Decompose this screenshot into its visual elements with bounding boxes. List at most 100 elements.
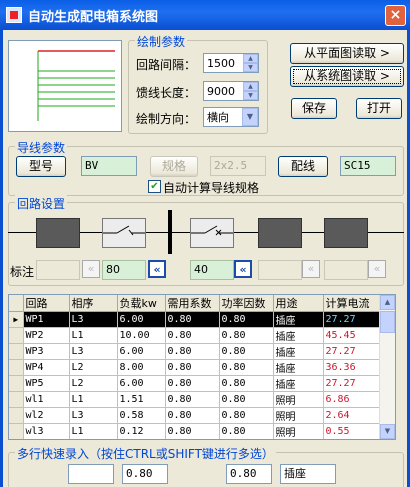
current-row-arrow-icon[interactable]: ▶: [9, 311, 24, 328]
col-header-power-factor[interactable]: 功率因数: [219, 295, 274, 312]
table-row[interactable]: WP2 L1 10.00 0.80 0.80 插座 45.45: [9, 327, 380, 344]
table-cell[interactable]: 0.80: [219, 359, 274, 376]
table-row[interactable]: wl2 L3 0.58 0.80 0.80 照明 2.64: [9, 407, 380, 424]
table-cell[interactable]: 插座: [273, 375, 324, 392]
table-scrollbar[interactable]: ▲ ▼: [379, 295, 395, 439]
draw-direction-select[interactable]: 横向 ▼: [203, 107, 259, 127]
table-cell[interactable]: 2.64: [323, 407, 380, 424]
table-cell[interactable]: 6.00: [117, 311, 166, 328]
col-header-current[interactable]: 计算电流: [323, 295, 380, 312]
annotation-field-2[interactable]: 80: [102, 260, 146, 280]
table-cell[interactable]: 36.36: [323, 359, 380, 376]
table-cell[interactable]: 照明: [273, 407, 324, 424]
row-indicator[interactable]: [9, 327, 24, 344]
conduit-field[interactable]: SC15: [340, 156, 396, 176]
scroll-down-icon[interactable]: ▼: [380, 424, 395, 439]
read-from-system-button[interactable]: 从系统图读取 >: [290, 66, 404, 87]
table-cell[interactable]: 0.80: [165, 311, 220, 328]
table-cell[interactable]: 0.80: [165, 423, 220, 439]
spin-down-icon[interactable]: ▼: [243, 63, 258, 72]
table-row[interactable]: WP3 L3 6.00 0.80 0.80 插座 27.27: [9, 343, 380, 360]
annotation-field-4[interactable]: [258, 260, 302, 280]
model-button[interactable]: 型号: [16, 156, 66, 177]
table-cell[interactable]: 0.58: [117, 407, 166, 424]
read-from-plan-button[interactable]: 从平面图读取 >: [290, 43, 404, 64]
table-cell[interactable]: 0.55: [323, 423, 380, 439]
table-cell[interactable]: 27.27: [323, 343, 380, 360]
breaker-slot[interactable]: [102, 218, 146, 248]
table-cell[interactable]: 插座: [273, 327, 324, 344]
table-cell[interactable]: WP5: [23, 375, 70, 392]
row-indicator[interactable]: [9, 407, 24, 424]
quick-entry-field-4[interactable]: 插座: [280, 464, 336, 484]
table-cell[interactable]: 0.80: [219, 391, 274, 408]
table-cell[interactable]: 45.45: [323, 327, 380, 344]
table-cell[interactable]: L1: [69, 327, 118, 344]
meter-slot[interactable]: [36, 218, 80, 248]
table-cell[interactable]: 0.80: [165, 375, 220, 392]
open-button[interactable]: 打开: [356, 98, 402, 119]
table-cell[interactable]: 照明: [273, 391, 324, 408]
row-indicator[interactable]: [9, 391, 24, 408]
table-cell[interactable]: 0.80: [219, 311, 274, 328]
table-cell[interactable]: L3: [69, 343, 118, 360]
chevron-left-icon[interactable]: «: [302, 260, 320, 278]
table-cell[interactable]: wl3: [23, 423, 70, 439]
chevron-left-icon[interactable]: «: [82, 260, 100, 278]
chevron-left-icon[interactable]: «: [148, 260, 166, 278]
wiring-button[interactable]: 配线: [278, 156, 328, 177]
quick-entry-field-3[interactable]: 0.80: [226, 464, 272, 484]
table-cell[interactable]: 插座: [273, 359, 324, 376]
circuit-spacing-spinner[interactable]: 1500 ▲ ▼: [203, 53, 259, 73]
table-cell[interactable]: wl2: [23, 407, 70, 424]
table-row[interactable]: wl1 L1 1.51 0.80 0.80 照明 6.86: [9, 391, 380, 408]
table-cell[interactable]: 6.00: [117, 343, 166, 360]
spec-field[interactable]: 2x2.5: [210, 156, 266, 176]
spin-down-icon[interactable]: ▼: [243, 91, 258, 100]
circuit-table[interactable]: 回路 相序 负载kw 需用系数 功率因数 用途 计算电流 ▶ WP1 L3 6.00 0…: [8, 294, 396, 440]
annotation-field-1[interactable]: [36, 260, 80, 280]
table-cell[interactable]: L2: [69, 359, 118, 376]
table-cell[interactable]: WP2: [23, 327, 70, 344]
spin-up-icon[interactable]: ▲: [243, 54, 258, 63]
row-indicator[interactable]: [9, 375, 24, 392]
table-cell[interactable]: wl1: [23, 391, 70, 408]
col-header-usage[interactable]: 用途: [273, 295, 324, 312]
table-cell[interactable]: 0.80: [165, 407, 220, 424]
table-cell[interactable]: 10.00: [117, 327, 166, 344]
col-header-circuit[interactable]: 回路: [23, 295, 70, 312]
table-cell[interactable]: 27.27: [323, 311, 380, 328]
quick-entry-field-1[interactable]: [68, 464, 114, 484]
table-row[interactable]: wl3 L1 0.12 0.80 0.80 照明 0.55: [9, 423, 380, 439]
device-slot-4[interactable]: [258, 218, 302, 248]
table-cell[interactable]: 1.51: [117, 391, 166, 408]
table-cell[interactable]: 6.00: [117, 375, 166, 392]
chevron-left-icon[interactable]: «: [368, 260, 386, 278]
annotation-field-5[interactable]: [324, 260, 368, 280]
quick-entry-field-2[interactable]: 0.80: [122, 464, 168, 484]
scroll-up-icon[interactable]: ▲: [380, 295, 395, 310]
table-row[interactable]: WP4 L2 8.00 0.80 0.80 插座 36.36: [9, 359, 380, 376]
table-cell[interactable]: 27.27: [323, 375, 380, 392]
spec-button[interactable]: 规格: [150, 156, 198, 177]
col-header-phase[interactable]: 相序: [69, 295, 118, 312]
table-cell[interactable]: 0.80: [165, 327, 220, 344]
annotation-field-3[interactable]: 40: [190, 260, 234, 280]
table-cell[interactable]: L3: [69, 311, 118, 328]
col-header-load[interactable]: 负载kw: [117, 295, 166, 312]
save-button[interactable]: 保存: [291, 98, 337, 119]
table-cell[interactable]: 插座: [273, 311, 324, 328]
spin-up-icon[interactable]: ▲: [243, 82, 258, 91]
table-cell[interactable]: L1: [69, 391, 118, 408]
table-cell[interactable]: 照明: [273, 423, 324, 439]
table-cell[interactable]: 0.80: [165, 391, 220, 408]
table-cell[interactable]: 插座: [273, 343, 324, 360]
table-cell[interactable]: WP4: [23, 359, 70, 376]
table-row[interactable]: WP5 L2 6.00 0.80 0.80 插座 27.27: [9, 375, 380, 392]
switch-slot[interactable]: [190, 218, 234, 248]
table-cell[interactable]: 0.12: [117, 423, 166, 439]
chevron-down-icon[interactable]: ▼: [242, 108, 258, 126]
table-cell[interactable]: 0.80: [219, 423, 274, 439]
table-cell[interactable]: 0.80: [219, 375, 274, 392]
table-cell[interactable]: 0.80: [165, 343, 220, 360]
